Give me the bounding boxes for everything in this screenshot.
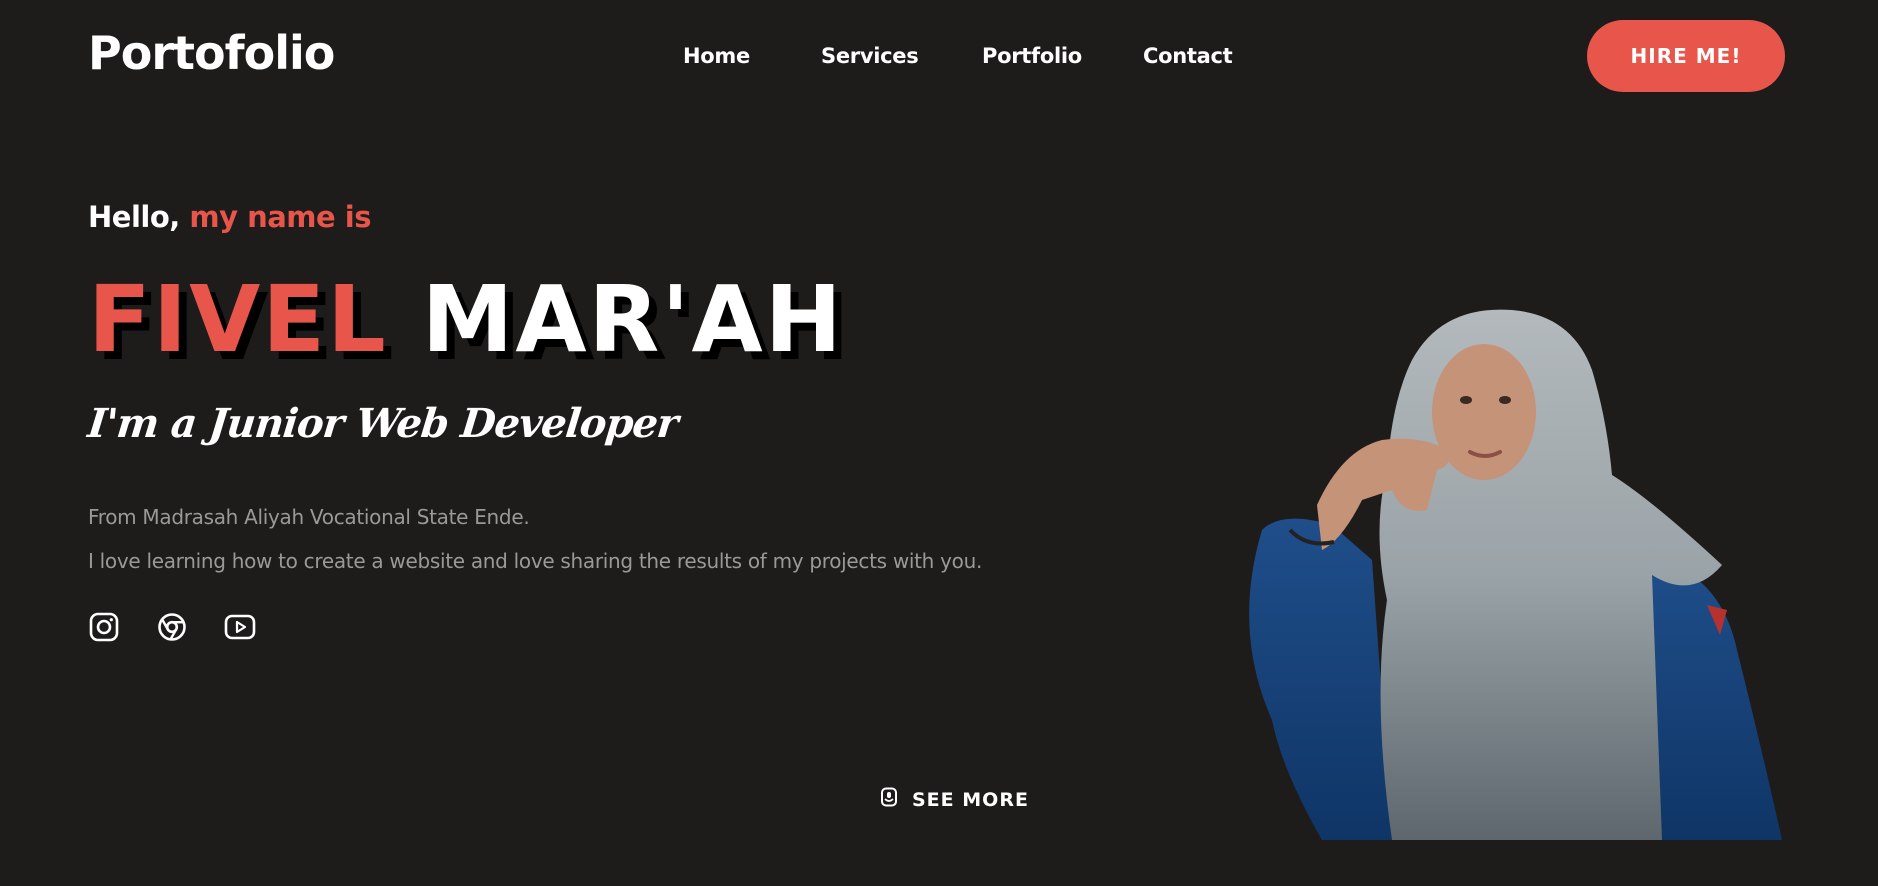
social-links [88,611,256,643]
profile-photo [1222,300,1782,840]
nav-portfolio[interactable]: Portfolio [982,44,1082,68]
hero-name: FIVEL MAR'AH [88,266,844,373]
first-name: FIVEL [88,266,388,373]
page: Portofolio Home Services Portfolio Conta… [0,0,1878,886]
mouse-scroll-icon [880,787,898,812]
youtube-icon[interactable] [224,611,256,643]
nav-services[interactable]: Services [821,44,919,68]
hero-role: I'm a Junior Web Developer [85,400,680,447]
hero-greeting: Hello, my name is [88,200,371,234]
greeting-lead: Hello, [88,200,180,234]
see-more-link[interactable]: SEE MORE [880,787,1029,812]
hire-me-button[interactable]: HIRE ME! [1587,20,1785,92]
nav-home[interactable]: Home [683,44,750,68]
chrome-icon[interactable] [156,611,188,643]
last-name: MAR'AH [421,266,844,373]
hero-description-line-1: From Madrasah Aliyah Vocational State En… [88,505,530,529]
nav-contact[interactable]: Contact [1143,44,1233,68]
instagram-icon[interactable] [88,611,120,643]
hero-description-line-2: I love learning how to create a website … [88,549,983,573]
see-more-label: SEE MORE [912,788,1029,811]
greeting-accent: my name is [189,200,371,234]
